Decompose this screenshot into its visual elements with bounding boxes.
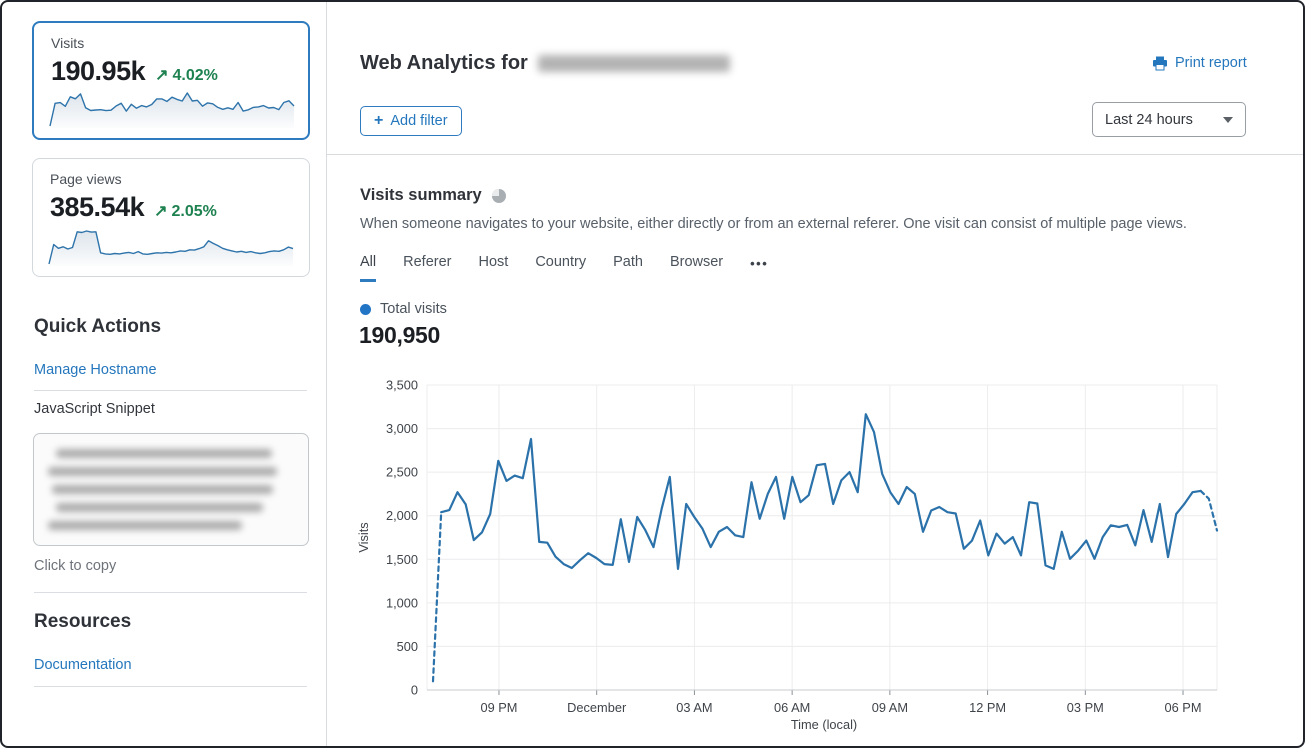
chart-legend: Total visits xyxy=(360,301,447,317)
svg-text:0: 0 xyxy=(411,683,418,698)
divider xyxy=(34,390,307,391)
svg-text:09 PM: 09 PM xyxy=(480,700,517,715)
delta-percent: 2.05% xyxy=(172,203,217,221)
js-snippet-copy-box[interactable] xyxy=(33,433,309,546)
click-to-copy-hint: Click to copy xyxy=(34,558,116,574)
tab-browser[interactable]: Browser xyxy=(670,254,723,282)
print-report-label: Print report xyxy=(1175,55,1247,71)
web-analytics-page: Visits 190.95k ↗ 4.02% Page views 385.54k… xyxy=(0,0,1305,748)
svg-text:09 AM: 09 AM xyxy=(872,700,908,715)
svg-text:1,500: 1,500 xyxy=(386,552,418,567)
svg-text:3,000: 3,000 xyxy=(386,421,418,436)
svg-text:2,000: 2,000 xyxy=(386,508,418,523)
svg-text:500: 500 xyxy=(397,639,418,654)
redacted-code-line xyxy=(56,449,272,458)
quick-actions-heading: Quick Actions xyxy=(34,316,161,338)
page-title-text: Web Analytics for xyxy=(360,52,528,75)
svg-text:2,500: 2,500 xyxy=(386,465,418,480)
metric-label: Visits xyxy=(51,35,293,51)
manage-hostname-link[interactable]: Manage Hostname xyxy=(34,362,157,378)
sidebar-main-divider xyxy=(326,2,327,748)
delta-percent: 4.02% xyxy=(173,67,218,85)
trend-up-icon: ↗ xyxy=(155,65,168,85)
time-range-value: Last 24 hours xyxy=(1105,112,1193,128)
svg-text:Time (local): Time (local) xyxy=(791,717,857,732)
legend-label: Total visits xyxy=(380,301,447,317)
visits-summary-title-text: Visits summary xyxy=(360,186,482,205)
divider xyxy=(327,154,1305,155)
tab-country[interactable]: Country xyxy=(535,254,586,282)
add-filter-button[interactable]: + Add filter xyxy=(360,106,462,136)
redacted-code-line xyxy=(52,485,273,494)
printer-icon xyxy=(1152,56,1168,71)
resources-heading: Resources xyxy=(34,611,131,633)
total-visits-value: 190,950 xyxy=(359,322,440,349)
tab-referer[interactable]: Referer xyxy=(403,254,451,282)
page-views-metric-card[interactable]: Page views 385.54k ↗ 2.05% xyxy=(32,158,310,277)
visits-line-chart: 0 500 1,000 1,500 2,000 2,500 3,000 3,500 09 PM D… xyxy=(347,372,1227,732)
page-views-sparkline-chart xyxy=(48,227,294,267)
tab-all[interactable]: All xyxy=(360,254,376,282)
metric-label: Page views xyxy=(50,171,294,187)
redacted-code-line xyxy=(56,503,263,512)
svg-text:06 AM: 06 AM xyxy=(774,700,810,715)
svg-text:03 AM: 03 AM xyxy=(676,700,712,715)
redacted-code-line xyxy=(48,467,277,476)
svg-text:12 PM: 12 PM xyxy=(969,700,1006,715)
metric-value: 385.54k xyxy=(50,192,144,223)
documentation-link[interactable]: Documentation xyxy=(34,657,132,673)
visits-summary-heading: Visits summary xyxy=(360,186,507,205)
redacted-code-line xyxy=(48,521,242,530)
divider xyxy=(34,686,307,687)
legend-dot-icon xyxy=(360,304,371,315)
page-title: Web Analytics for xyxy=(360,52,730,75)
print-report-button[interactable]: Print report xyxy=(1152,55,1247,71)
javascript-snippet-label: JavaScript Snippet xyxy=(34,401,155,417)
time-range-dropdown[interactable]: Last 24 hours xyxy=(1092,102,1246,137)
tab-path[interactable]: Path xyxy=(613,254,643,282)
metric-delta: ↗ 4.02% xyxy=(155,65,218,85)
tab-host[interactable]: Host xyxy=(478,254,508,282)
visits-metric-card[interactable]: Visits 190.95k ↗ 4.02% xyxy=(32,21,310,140)
metric-value: 190.95k xyxy=(51,56,145,87)
trend-up-icon: ↗ xyxy=(154,201,167,221)
add-filter-label: Add filter xyxy=(390,113,447,129)
svg-text:3,500: 3,500 xyxy=(386,378,418,393)
plus-icon: + xyxy=(374,112,383,130)
svg-text:06 PM: 06 PM xyxy=(1165,700,1202,715)
metric-delta: ↗ 2.05% xyxy=(154,201,217,221)
redacted-domain xyxy=(538,55,730,72)
svg-text:Visits: Visits xyxy=(356,522,371,552)
pie-chart-icon xyxy=(491,188,507,204)
svg-text:1,000: 1,000 xyxy=(386,595,418,610)
visits-sparkline-chart xyxy=(49,89,295,129)
visits-summary-description: When someone navigates to your website, … xyxy=(360,216,1187,232)
chevron-down-icon xyxy=(1223,117,1233,123)
svg-text:December: December xyxy=(567,700,627,715)
dimension-tabs: All Referer Host Country Path Browser ••… xyxy=(360,254,768,282)
divider xyxy=(34,592,307,593)
more-tabs-button[interactable]: ••• xyxy=(750,254,768,282)
svg-text:03 PM: 03 PM xyxy=(1067,700,1104,715)
